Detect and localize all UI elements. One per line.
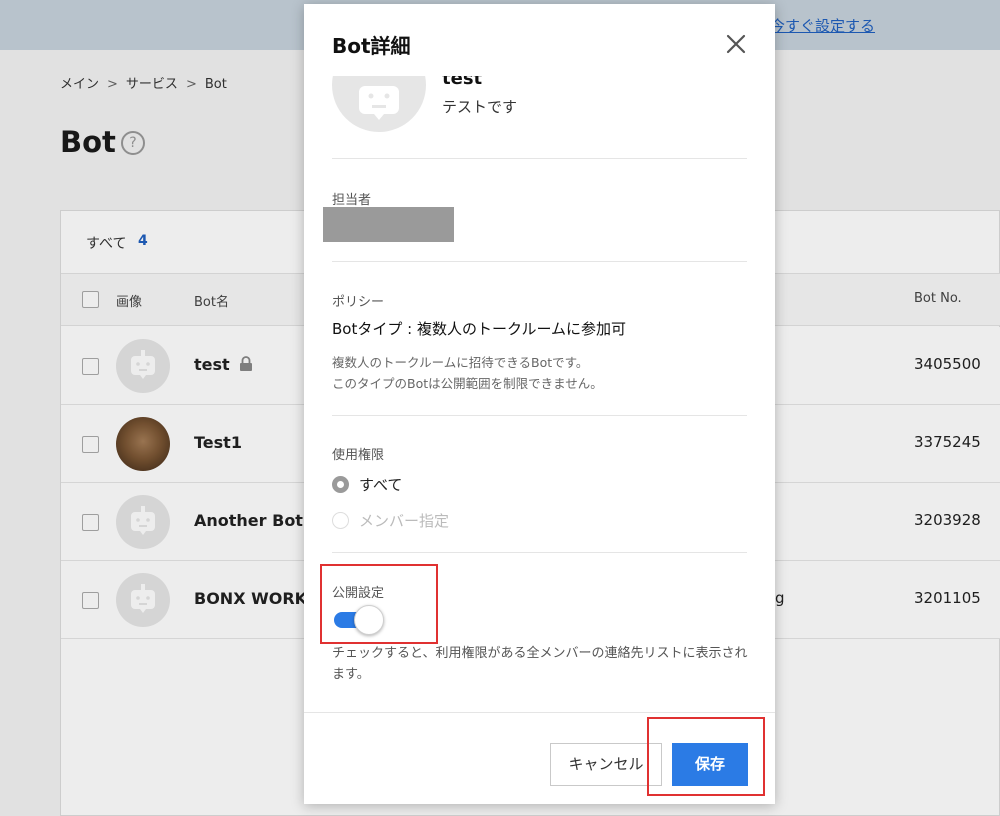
- divider: [332, 552, 747, 553]
- bot-name: test: [442, 76, 483, 89]
- policy-note-line-2: このタイプのBotは公開範囲を制限できません。: [332, 376, 603, 391]
- highlight-box-save: [647, 717, 765, 796]
- modal-title: Bot詳細: [332, 34, 411, 58]
- permission-all-radio[interactable]: [332, 476, 349, 493]
- divider: [332, 158, 747, 159]
- bot-description: テストです: [442, 98, 518, 116]
- public-setting-note: チェックすると、利用権限がある全メンバーの連絡先リストに表示されます。: [332, 646, 748, 682]
- highlight-box-public-setting: [320, 564, 438, 644]
- owner-label: 担当者: [332, 193, 372, 208]
- bot-type-text: Botタイプ : 複数人のトークルームに参加可: [332, 320, 627, 338]
- policy-label: ポリシー: [332, 295, 385, 310]
- bot-detail-modal: Bot詳細 test テストです 担当者 ポリシー Botタイプ : 複数人のト…: [304, 4, 775, 804]
- modal-footer: キャンセル 保存: [304, 712, 775, 804]
- divider: [332, 261, 747, 262]
- owner-redacted-field: [323, 207, 454, 242]
- cancel-button[interactable]: キャンセル: [550, 743, 662, 786]
- bot-placeholder-icon: [359, 86, 399, 120]
- permission-members-label[interactable]: メンバー指定: [359, 510, 449, 531]
- modal-header: Bot詳細: [304, 4, 775, 76]
- divider: [332, 415, 747, 416]
- policy-note-line-1: 複数人のトークルームに招待できるBotです。: [332, 355, 589, 370]
- permission-label: 使用権限: [332, 448, 385, 463]
- permission-all-label[interactable]: すべて: [359, 474, 402, 495]
- bot-avatar: [332, 76, 426, 132]
- permission-members-radio[interactable]: [332, 512, 349, 529]
- close-icon[interactable]: [724, 32, 748, 56]
- modal-body: test テストです 担当者 ポリシー Botタイプ : 複数人のトークルームに…: [304, 76, 775, 712]
